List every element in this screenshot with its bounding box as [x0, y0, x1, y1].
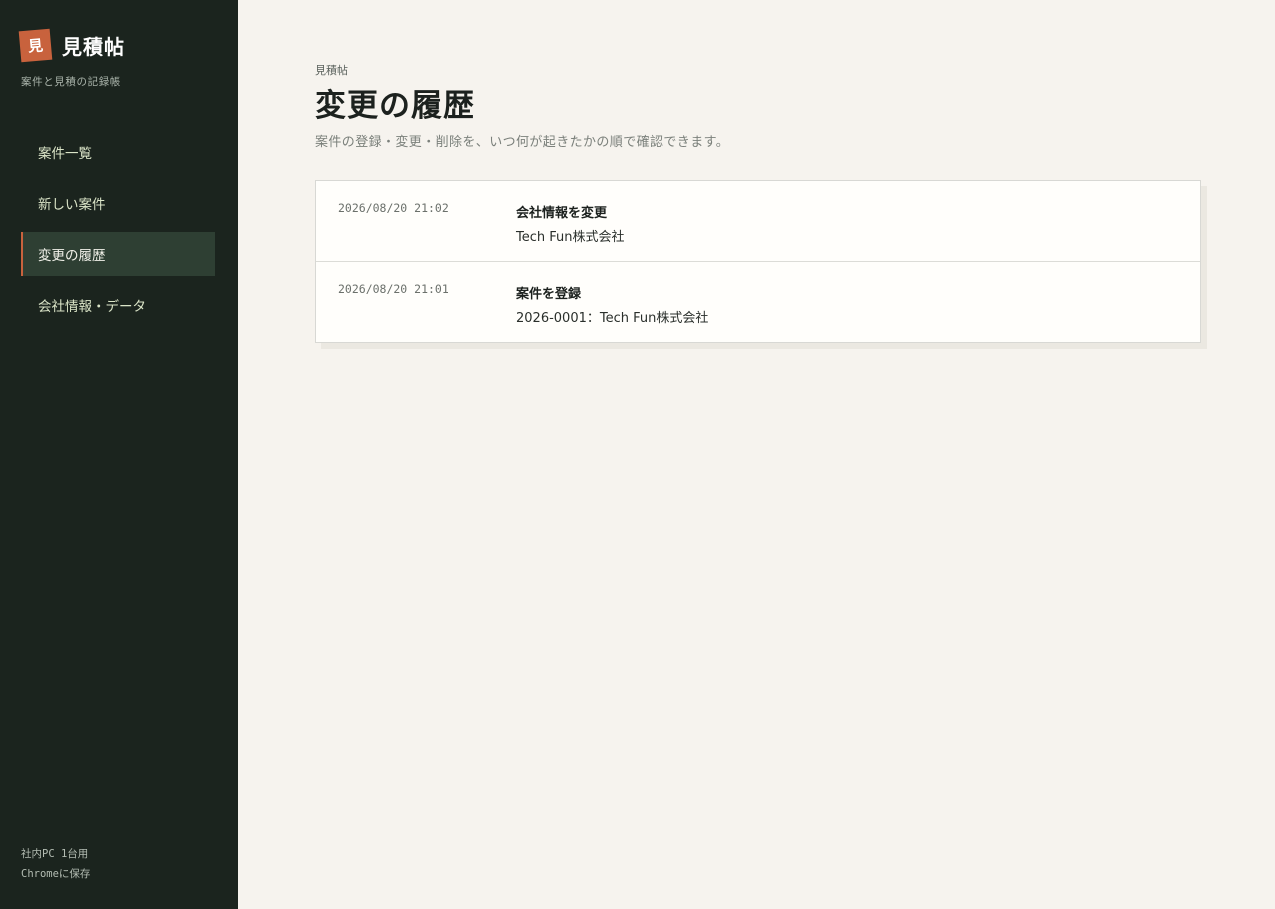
history-timestamp: 2026/08/20 21:01: [338, 282, 449, 296]
main-content: 見積帖 変更の履歴 案件の登録・変更・削除を、いつ何が起きたかの順で確認できます…: [238, 0, 1275, 909]
footer-line-usage: 社内PC 1台用: [21, 848, 89, 860]
history-timestamp: 2026/08/20 21:02: [338, 201, 449, 215]
sidebar-item-company-data[interactable]: 会社情報・データ: [21, 283, 215, 327]
brand[interactable]: 見 見積帖: [18, 28, 125, 63]
breadcrumb[interactable]: 見積帖: [315, 62, 348, 78]
list-item: 2026/08/20 21:02 会社情報を変更 Tech Fun株式会社: [316, 181, 1200, 262]
page-title: 変更の履歴: [315, 88, 475, 124]
page-description: 案件の登録・変更・削除を、いつ何が起きたかの順で確認できます。: [315, 135, 730, 150]
sidebar-item-new-project[interactable]: 新しい案件: [21, 181, 215, 225]
history-action: 案件を登録: [516, 287, 582, 302]
list-item: 2026/08/20 21:01 案件を登録 2026-0001：Tech Fu…: [316, 262, 1200, 342]
sidebar: 見 見積帖 案件と見積の記録帳 案件一覧 新しい案件 変更の履歴 会社情報・デー…: [0, 0, 238, 909]
history-detail: Tech Fun株式会社: [516, 230, 625, 245]
history-action: 会社情報を変更: [516, 206, 608, 221]
footer-line-storage: Chromeに保存: [21, 868, 91, 880]
history-list: 2026/08/20 21:02 会社情報を変更 Tech Fun株式会社 20…: [315, 180, 1201, 343]
app-root: 見 見積帖 案件と見積の記録帳 案件一覧 新しい案件 変更の履歴 会社情報・デー…: [0, 0, 1275, 909]
sidebar-nav: 案件一覧 新しい案件 変更の履歴 会社情報・データ: [21, 130, 215, 334]
brand-logo-icon: 見: [18, 28, 53, 63]
brand-title: 見積帖: [62, 35, 125, 59]
brand-subtitle: 案件と見積の記録帳: [21, 76, 121, 88]
history-detail: 2026-0001：Tech Fun株式会社: [516, 311, 709, 326]
sidebar-footer: 社内PC 1台用 Chromeに保存: [21, 844, 90, 884]
sidebar-item-projects[interactable]: 案件一覧: [21, 130, 215, 174]
sidebar-item-history[interactable]: 変更の履歴: [21, 232, 215, 276]
